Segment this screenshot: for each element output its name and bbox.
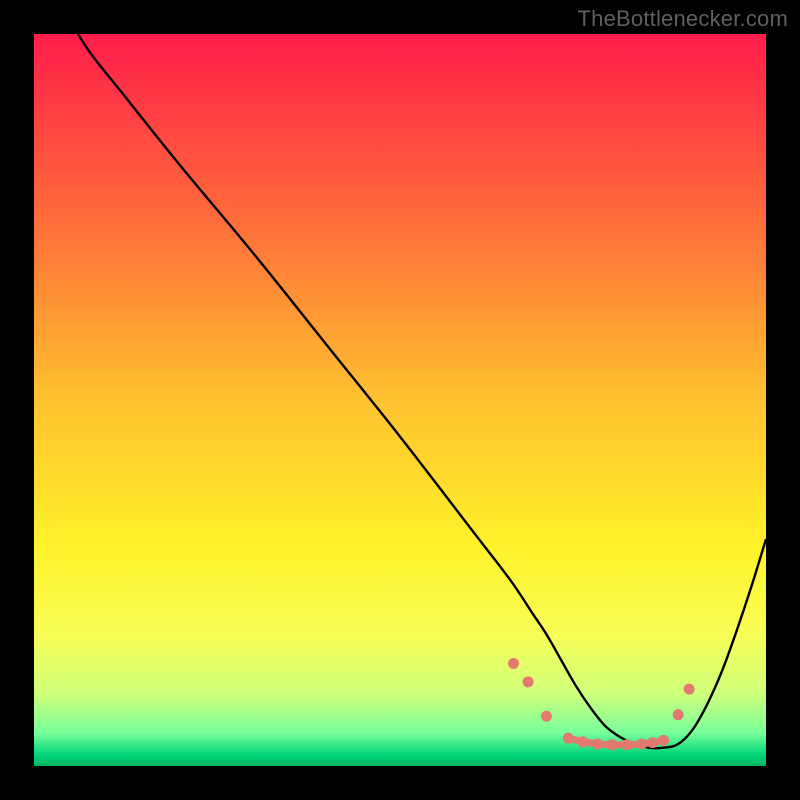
marker-dot [684,684,695,695]
marker-dot [508,658,519,669]
marker-dot [578,736,589,747]
gradient-background [34,34,766,766]
marker-dot [658,735,669,746]
watermark-text: TheBottlenecker.com [578,6,788,32]
marker-dot [673,709,684,720]
marker-dot [563,733,574,744]
marker-dot [636,739,647,750]
marker-dot [647,737,658,748]
marker-dot [592,739,603,750]
marker-dot [607,739,618,750]
marker-dot [541,711,552,722]
chart-frame [34,34,766,766]
marker-dot [523,676,534,687]
bottleneck-curve-chart [34,34,766,766]
marker-dot [621,739,632,750]
